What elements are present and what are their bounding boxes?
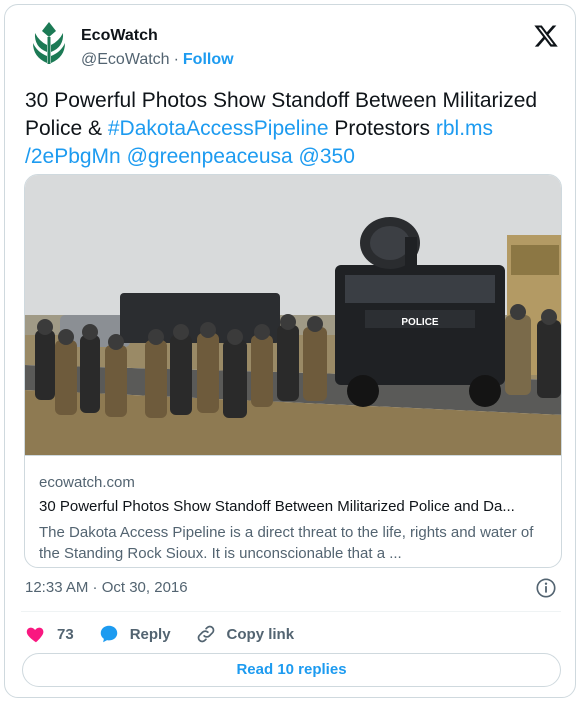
hashtag-link[interactable]: #DakotaAccessPipeline	[108, 117, 329, 140]
author-name[interactable]: EcoWatch	[81, 27, 158, 45]
ecowatch-logo-avatar[interactable]	[25, 19, 73, 67]
link-card-description: The Dakota Access Pipeline is a direct t…	[39, 524, 534, 562]
link-card-title: 30 Powerful Photos Show Standoff Between…	[39, 498, 515, 515]
short-url-part: /2ePbgMn	[25, 145, 121, 168]
link-card-meta: ecowatch.com 30 Powerful Photos Show Sta…	[25, 455, 561, 567]
info-icon[interactable]	[535, 577, 557, 599]
vehicle-police-label: POLICE	[401, 317, 439, 328]
short-url-part: rbl.ms	[435, 117, 494, 140]
like-button[interactable]: 73	[25, 623, 74, 645]
like-count: 73	[57, 625, 74, 643]
reply-label: Reply	[129, 625, 171, 643]
reply-button[interactable]: Reply	[98, 623, 171, 645]
link-chain-icon	[197, 625, 214, 643]
tweet-text-part: Protestors	[328, 117, 436, 140]
divider	[21, 611, 561, 612]
tweet-text: 30 Powerful Photos Show Standoff Between…	[25, 87, 555, 171]
copy-link-button[interactable]: Copy link	[195, 623, 295, 645]
heart-icon	[26, 627, 44, 643]
tweet-timestamp[interactable]: 12:33 AM · Oct 30, 2016	[25, 579, 188, 596]
copy-link-label: Copy link	[226, 625, 295, 643]
link-preview-card[interactable]: POLICE ecowatch.com 30 Powerful Photos S…	[24, 174, 562, 568]
x-logo-icon[interactable]	[533, 23, 559, 49]
mention-link-350[interactable]: @350	[299, 145, 355, 168]
separator-dot: ·	[173, 51, 179, 68]
mention-link-greenpeaceusa[interactable]: @greenpeaceusa	[127, 145, 293, 168]
chat-bubble-icon	[100, 625, 117, 643]
protest-police-photo: POLICE	[25, 175, 561, 455]
author-handle[interactable]: @EcoWatch	[81, 51, 170, 68]
follow-button[interactable]: Follow	[183, 51, 234, 68]
link-card-domain: ecowatch.com	[39, 474, 135, 491]
author-handle-row: @EcoWatch · Follow	[81, 51, 234, 69]
read-replies-button[interactable]: Read 10 replies	[22, 653, 561, 687]
tweet-actions: 73 Reply Copy link	[25, 621, 318, 647]
tweet-embed-card: EcoWatch @EcoWatch · Follow 30 Powerful Ph…	[4, 4, 576, 698]
